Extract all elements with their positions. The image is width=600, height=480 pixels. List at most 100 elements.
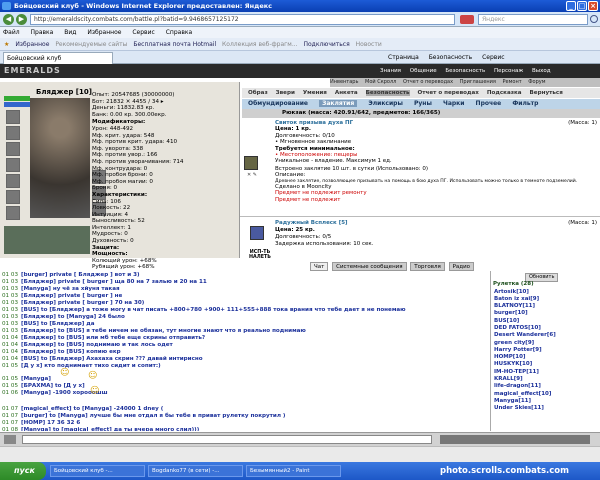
favorites-button[interactable]: Избранное (15, 41, 49, 48)
item-actions[interactable]: ✕ ✎ (247, 172, 257, 178)
minimize-icon[interactable]: _ (566, 1, 576, 11)
taskbar-item-paint[interactable]: Безымянный2 - Paint (246, 465, 341, 477)
menu-edit[interactable]: Правка (31, 29, 54, 36)
safety-menu[interactable]: Безопасность (429, 54, 473, 61)
star-icon[interactable]: ★ (4, 41, 9, 48)
roulette-player[interactable]: Manyga[11] (494, 398, 600, 405)
roulette-player[interactable]: green city[9] (494, 340, 600, 347)
chat-message[interactable]: 01 05 [Д у х] кто поднимает тихо сидит и … (2, 363, 488, 370)
chat-message[interactable]: 01 05 [Manyga] (2, 376, 488, 383)
url-input[interactable]: http://emeraldscity.combats.com/battle.p… (30, 14, 455, 25)
subnav-invites[interactable]: Приглашения (460, 79, 496, 85)
chat-log[interactable]: 01 03 [burger] private [ Бляджер ] вот и … (0, 271, 490, 431)
roulette-player[interactable]: Harry Potter[9] (494, 347, 600, 354)
back-icon[interactable]: ◀ (3, 14, 14, 25)
roulette-player[interactable]: Baton iz xai[9] (494, 296, 600, 303)
chat-message[interactable]: 01 03 [BUS] to [Бляджер] а тоже могу в ча… (2, 307, 488, 314)
chat-message[interactable]: 01 07 [magical_effect] to [Manyga] -24000… (2, 406, 488, 413)
fav-item-hotmail[interactable]: Бесплатная почта Hotmail (133, 41, 216, 48)
chat-tab-chat[interactable]: Чат (310, 262, 329, 271)
nav-security[interactable]: Безопасность (445, 68, 485, 74)
nav-character[interactable]: Персонаж (494, 68, 523, 74)
equip-slot-amulet[interactable] (6, 126, 20, 140)
roulette-player[interactable]: KRALL[9] (494, 376, 600, 383)
belt-slots[interactable] (4, 226, 90, 254)
equip-slot-belt[interactable] (6, 174, 20, 188)
tab-image[interactable]: Образ (248, 90, 268, 96)
chat-message[interactable]: 01 04 [Бляджер] to [BUS] поднимаю и так л… (2, 342, 488, 349)
item-title[interactable]: Радужный Всплеск [5] (275, 220, 348, 227)
cat-equipment[interactable]: Обмундирование (248, 100, 308, 107)
close-icon[interactable]: × (588, 1, 598, 11)
roulette-player[interactable]: burger[10] (494, 310, 600, 317)
equip-slot-helmet[interactable] (6, 110, 20, 124)
roulette-player[interactable]: BLATNOY[11] (494, 303, 600, 310)
page-menu[interactable]: Страница (388, 54, 419, 61)
subnav-forum[interactable]: Форум (528, 79, 545, 85)
fav-item-gallery[interactable]: Коллекция веб-фрагм... (222, 41, 298, 48)
roulette-player[interactable]: HUSKYK[10] (494, 361, 600, 368)
search-input[interactable]: Яндекс (478, 14, 588, 25)
chat-toolbar-icons[interactable] (440, 435, 590, 444)
chat-message[interactable]: 01 06 [Manyga] -1900 хорооошш (2, 390, 488, 397)
chat-message[interactable]: 01 03 [Бляджер] private [ burger ] 70 на … (2, 300, 488, 307)
cat-spells[interactable]: Заклятия (319, 100, 358, 107)
chat-message[interactable]: 01 04 [Бляджер] to [BUS] или мб тебе еще … (2, 335, 488, 342)
equip-slot-armor[interactable] (6, 158, 20, 172)
nav-chat[interactable]: Общение (410, 68, 437, 74)
roulette-player[interactable]: Desert Wanderer[6] (494, 332, 600, 339)
roulette-player[interactable]: IM-HO-TEP[11] (494, 369, 600, 376)
chat-message[interactable]: 01 07 [HOMP] 17 36 32 6 (2, 420, 488, 427)
tab-pets[interactable]: Звери (276, 90, 295, 96)
menu-view[interactable]: Вид (64, 29, 76, 36)
chat-message[interactable]: 01 04 [Бляджер] to [BUS] копию екр (2, 349, 488, 356)
chat-message[interactable]: 01 08 [Manyga] to [magical_effect] да ты … (2, 427, 488, 431)
nav-exit[interactable]: Выход (532, 68, 551, 74)
chat-message[interactable]: 01 03 [Бляджер] to [Manyga] 24 было (2, 314, 488, 321)
start-button[interactable]: пуск (0, 462, 46, 480)
nav-knowledge[interactable]: Знания (380, 68, 401, 74)
subnav-transfers[interactable]: Отчет о переводах (403, 79, 453, 85)
roulette-player[interactable]: BUS[10] (494, 318, 600, 325)
equip-slot-ring[interactable] (6, 206, 20, 220)
fav-item-news[interactable]: Новости (356, 41, 382, 48)
cat-runes[interactable]: Руны (414, 100, 432, 107)
cat-other[interactable]: Прочее (476, 100, 502, 107)
tab-transfers[interactable]: Отчет о переводах (418, 90, 479, 96)
tab-security[interactable]: Безопасность (365, 90, 410, 96)
roulette-player[interactable]: life-dragon[11] (494, 383, 600, 390)
chat-message[interactable]: 01 03 [Бляджер] to [BUS] я тебе ничем не … (2, 328, 488, 335)
chat-tab-trade[interactable]: Торговля (410, 262, 445, 271)
taskbar-item-im[interactable]: Bogdanko77 (в сети) -... (148, 465, 243, 477)
forward-icon[interactable]: ▶ (16, 14, 27, 25)
subnav-inventory[interactable]: Инвентарь (330, 79, 358, 85)
chat-message[interactable]: 01 04 [BUS] to [Бляджер] Ахахаха скрин ??… (2, 356, 488, 363)
roulette-player[interactable]: magical_effect[10] (494, 391, 600, 398)
cat-charms[interactable]: Чарки (443, 100, 464, 107)
equip-slot-gloves[interactable] (6, 190, 20, 204)
chat-tab-radio[interactable]: Радио (448, 262, 475, 271)
tools-menu[interactable]: Сервис (482, 54, 504, 61)
use-button[interactable]: ИСП-ТЬ НАЛЕТЬ (240, 250, 280, 260)
roulette-player[interactable]: HOMP[10] (494, 354, 600, 361)
chat-message[interactable]: 01 03 [burger] private [ Бляджер ] вот и … (2, 272, 488, 279)
chat-message[interactable]: 01 03 [BUS] to [Бляджер] да (2, 321, 488, 328)
subnav-repair[interactable]: Ремонт (503, 79, 522, 85)
tab-hint[interactable]: Подсказка (487, 90, 522, 96)
subnav-scroll[interactable]: Мой Скролл (365, 79, 396, 85)
taskbar-item-ie[interactable]: Бойцовский клуб -... (50, 465, 145, 477)
chat-message[interactable]: 01 03 [Бляджер] private [ burger ] ща 80 … (2, 279, 488, 286)
chat-message[interactable]: 01 03 [Manyga] ну чё за хйуня такая (2, 286, 488, 293)
menu-favorites[interactable]: Избранное (87, 29, 121, 36)
chat-message[interactable]: 01 03 [Бляджер] private [ burger ] не (2, 293, 488, 300)
stop-icon[interactable] (460, 15, 474, 24)
chat-menu-icon[interactable] (4, 435, 16, 444)
roulette-player[interactable]: Artosik[10] (494, 289, 600, 296)
tab-profile[interactable]: Анкета (335, 90, 358, 96)
fav-item-recommended[interactable]: Рекомендуемые сайты (55, 41, 127, 48)
menu-tools[interactable]: Сервис (132, 29, 154, 36)
fav-item-connect[interactable]: Подключиться (303, 41, 349, 48)
browser-tab[interactable]: Бойцовский клуб (3, 52, 113, 64)
roulette-player[interactable]: DED FATOS[10] (494, 325, 600, 332)
chat-message-input[interactable] (22, 435, 432, 444)
